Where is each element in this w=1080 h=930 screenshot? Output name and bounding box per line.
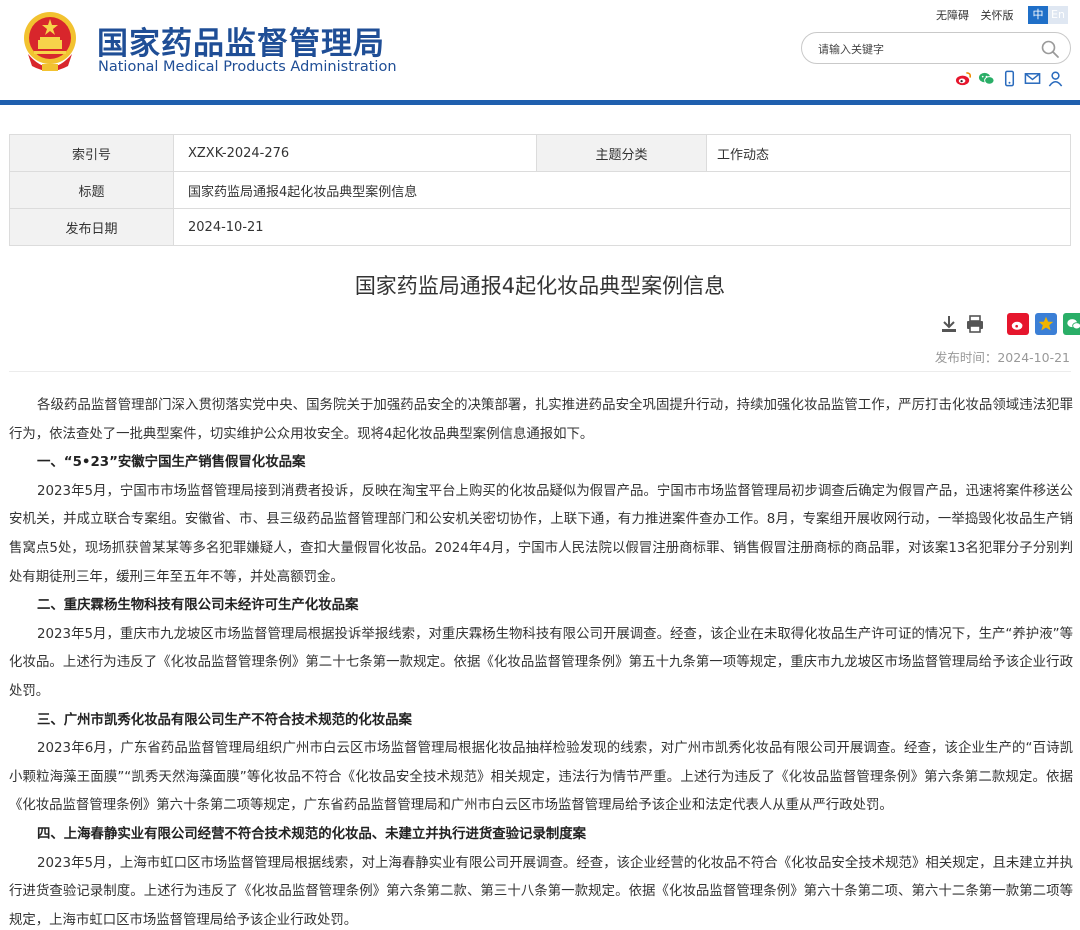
header-divider — [0, 100, 1080, 105]
wechat-icon[interactable] — [978, 70, 995, 87]
mail-icon[interactable] — [1024, 70, 1041, 87]
article-paragraph: 2023年5月，宁国市市场监督管理局接到消费者投诉，反映在淘宝平台上购买的化妆品… — [9, 483, 1073, 585]
site-header: 国家药品监督管理局 National Medical Products Admi… — [0, 0, 1080, 106]
category-value: 工作动态 — [706, 134, 1071, 172]
content-divider — [9, 371, 1071, 372]
site-title[interactable]: 国家药品监督管理局 — [97, 18, 385, 63]
search-box — [801, 32, 1071, 64]
lang-en-button[interactable]: En — [1048, 6, 1068, 24]
national-emblem-icon[interactable] — [20, 10, 80, 74]
table-row: 标题 国家药监局通报4起化妆品典型案例信息 — [9, 171, 1071, 209]
table-row: 发布日期 2024-10-21 — [9, 208, 1071, 246]
print-icon[interactable] — [965, 314, 985, 334]
weibo-icon[interactable] — [955, 70, 972, 87]
section-heading: 一、“5•23”安徽宁国生产销售假冒化妆品案 — [37, 455, 306, 471]
article-title: 国家药监局通报4起化妆品典型案例信息 — [354, 274, 726, 298]
article-paragraph: 2023年5月，上海市虹口区市场监督管理局根据线索，对上海春静实业有限公司开展调… — [9, 855, 1073, 928]
article-paragraph: 2023年5月，重庆市九龙坡区市场监督管理局根据投诉举报线索，对重庆霖杨生物科技… — [9, 626, 1073, 699]
favorite-star-icon[interactable] — [1035, 313, 1057, 335]
care-mode-link[interactable]: 关怀版 — [981, 9, 1014, 22]
article-toolbar — [939, 313, 1080, 335]
site-subtitle: National Medical Products Administration — [98, 59, 397, 75]
metadata-table: 索引号 XZXK-2024-276 主题分类 工作动态 标题 国家药监局通报4起… — [9, 134, 1071, 246]
index-label: 索引号 — [9, 134, 174, 172]
lang-zh-button[interactable]: 中 — [1028, 6, 1048, 24]
share-weibo-icon[interactable] — [1007, 313, 1029, 335]
accessibility-link[interactable]: 无障碍 — [936, 9, 969, 22]
category-label: 主题分类 — [536, 134, 707, 172]
social-links — [955, 70, 1064, 87]
download-icon[interactable] — [939, 314, 959, 334]
index-value: XZXK-2024-276 — [173, 134, 537, 172]
top-links: 无障碍 关怀版 — [936, 7, 1022, 23]
section-heading: 四、上海春静实业有限公司经营不符合技术规范的化妆品、未建立并执行进货查验记录制度… — [37, 826, 587, 842]
publish-time: 发布时间：2024-10-21 — [934, 350, 1070, 365]
title-label: 标题 — [9, 171, 174, 209]
mobile-icon[interactable] — [1001, 70, 1018, 87]
share-wechat-icon[interactable] — [1063, 313, 1080, 335]
title-value: 国家药监局通报4起化妆品典型案例信息 — [173, 171, 1071, 209]
table-row: 索引号 XZXK-2024-276 主题分类 工作动态 — [9, 134, 1071, 172]
search-input[interactable] — [818, 40, 1038, 58]
date-label: 发布日期 — [9, 208, 174, 246]
date-value: 2024-10-21 — [173, 208, 1071, 246]
user-icon[interactable] — [1047, 70, 1064, 87]
section-heading: 三、广州市凯秀化妆品有限公司生产不符合技术规范的化妆品案 — [37, 712, 412, 728]
article-body: 各级药品监督管理部门深入贯彻落实党中央、国务院关于加强药品安全的决策部署，扎实推… — [9, 392, 1073, 930]
search-icon[interactable] — [1040, 39, 1060, 59]
article-paragraph: 各级药品监督管理部门深入贯彻落实党中央、国务院关于加强药品安全的决策部署，扎实推… — [9, 398, 1073, 442]
language-switch: 中 En — [1028, 6, 1068, 24]
section-heading: 二、重庆霖杨生物科技有限公司未经许可生产化妆品案 — [37, 598, 359, 614]
article-paragraph: 2023年6月，广东省药品监督管理局组织广州市白云区市场监督管理局根据化妆品抽样… — [9, 741, 1073, 814]
